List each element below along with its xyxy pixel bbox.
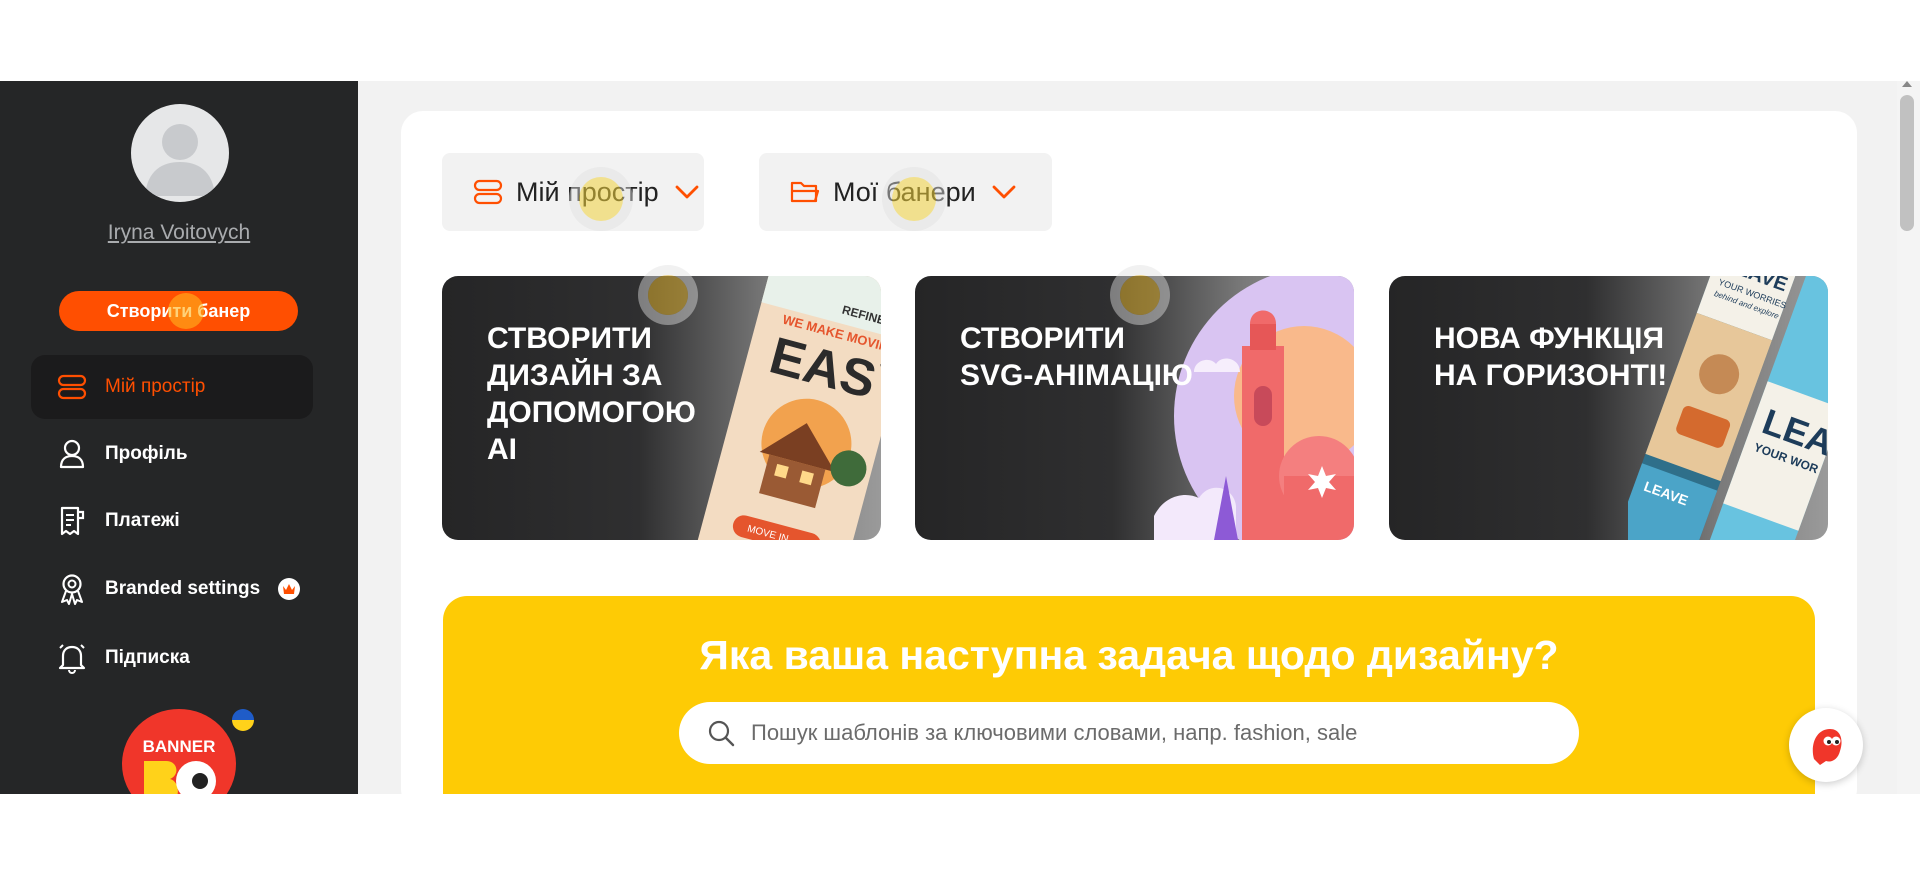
- layers-icon: [472, 176, 504, 208]
- chat-widget-button[interactable]: [1789, 708, 1863, 782]
- app-window: Iryna Voitovych Створити банер Мій прост…: [0, 81, 1920, 794]
- main-card: Мій простір Мої банери REFINER WE MAKE M: [401, 111, 1857, 794]
- create-banner-button[interactable]: Створити банер: [59, 291, 298, 331]
- scroll-up-arrow-icon[interactable]: [1902, 81, 1912, 87]
- template-search-input[interactable]: [749, 719, 1553, 747]
- sidebar-item-label: Платежі: [105, 510, 180, 531]
- workspace-dropdown[interactable]: Мій простір: [442, 153, 704, 231]
- folder-icon: [789, 176, 821, 208]
- receipt-icon: [55, 504, 89, 538]
- sidebar-item-my-space[interactable]: Мій простір: [31, 355, 313, 419]
- logo-mascot-icon: [144, 761, 216, 794]
- promo-title: СТВОРИТИ SVG-АНІМАЦІЮ: [960, 322, 1193, 392]
- sidebar-item-payments[interactable]: Платежі: [31, 489, 313, 553]
- bell-icon: [55, 641, 89, 675]
- svg-animation-artwork: [1154, 276, 1354, 540]
- promo-title: СТВОРИТИ ДИЗАЙН ЗА ДОПОМОГОЮ AI: [487, 322, 696, 466]
- search-icon: [707, 718, 737, 748]
- template-search-bar[interactable]: [679, 702, 1579, 764]
- folder-dropdown-label: Мої банери: [833, 176, 976, 207]
- horizon-artwork: LEAVE YOUR WORRIES behind and explore LE…: [1628, 276, 1828, 540]
- sidebar-item-label: Підписка: [105, 647, 190, 668]
- user-icon: [55, 437, 89, 471]
- award-icon: [55, 572, 89, 606]
- folder-dropdown[interactable]: Мої банери: [759, 153, 1052, 231]
- promo-card-horizon[interactable]: LEAVE YOUR WORRIES behind and explore LE…: [1389, 276, 1828, 540]
- sidebar-item-branded-settings[interactable]: Branded settings: [31, 557, 313, 621]
- template-search-section: Яка ваша наступна задача щодо дизайну?: [443, 596, 1815, 794]
- sidebar-item-label: Branded settings: [105, 578, 261, 599]
- sidebar: Iryna Voitovych Створити банер Мій прост…: [0, 81, 358, 794]
- workspace-dropdown-label: Мій простір: [516, 176, 659, 207]
- chevron-down-icon: [992, 180, 1016, 204]
- promo-card-ai-design[interactable]: REFINER WE MAKE MOVING EASY MOVE IN СТВО…: [442, 276, 881, 540]
- ukraine-flag-icon: [232, 709, 254, 731]
- bannerboo-logo[interactable]: BANNER: [122, 709, 236, 794]
- crown-icon: [278, 578, 301, 600]
- user-avatar-icon: [145, 124, 215, 196]
- sidebar-item-subscription[interactable]: Підписка: [31, 626, 313, 690]
- username-link[interactable]: Iryna Voitovych: [0, 221, 358, 245]
- layers-icon: [55, 370, 89, 404]
- avatar[interactable]: [131, 104, 229, 202]
- page-scrollbar[interactable]: [1897, 81, 1920, 794]
- sidebar-item-label: Мій простір: [105, 376, 206, 397]
- promo-card-svg-animation[interactable]: СТВОРИТИ SVG-АНІМАЦІЮ: [915, 276, 1354, 540]
- sidebar-item-label: Профіль: [105, 443, 188, 464]
- promo-title: НОВА ФУНКЦІЯ НА ГОРИЗОНТІ!: [1434, 322, 1668, 392]
- search-section-title: Яка ваша наступна задача щодо дизайну?: [699, 632, 1559, 678]
- chat-mascot-icon: [1812, 729, 1842, 765]
- sidebar-item-profile[interactable]: Профіль: [31, 422, 313, 486]
- chevron-down-icon: [675, 180, 699, 204]
- scrollbar-thumb[interactable]: [1900, 95, 1914, 231]
